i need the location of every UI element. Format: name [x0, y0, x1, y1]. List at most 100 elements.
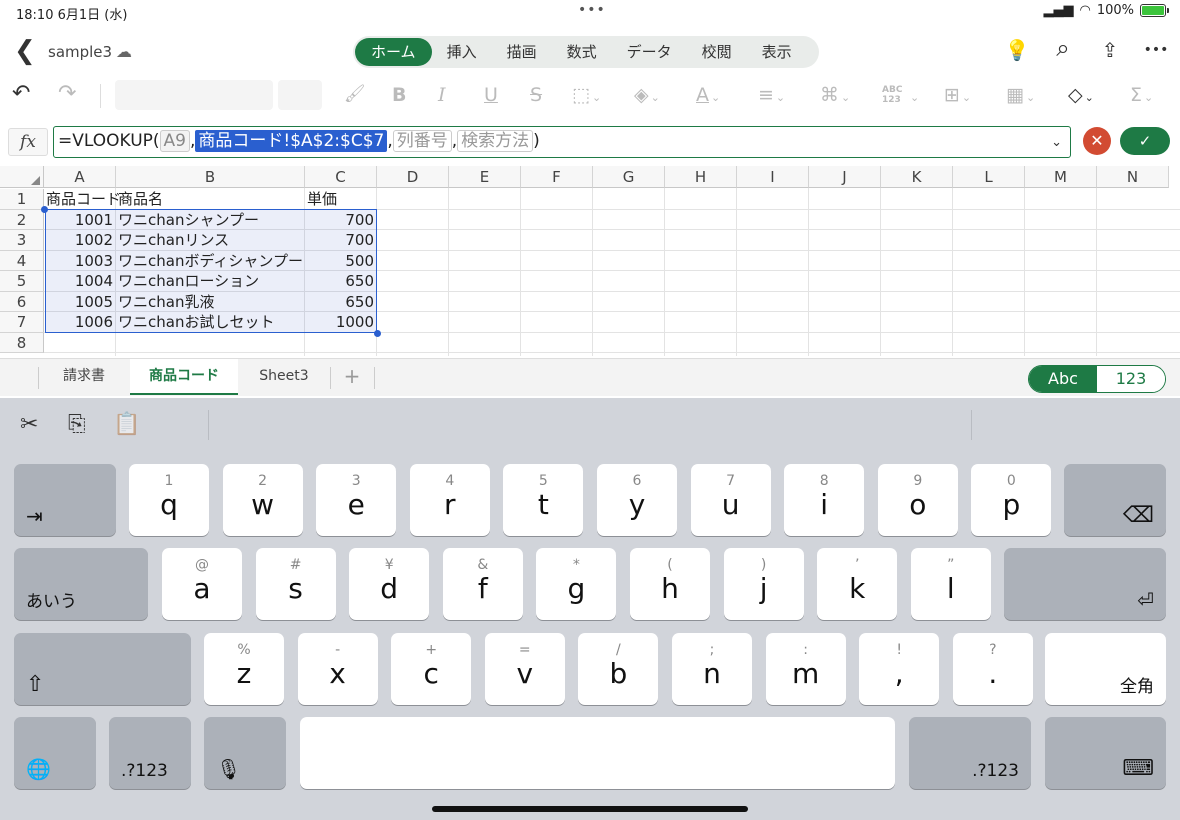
tab-2[interactable]: 描画	[492, 38, 552, 66]
delete-key[interactable]: ⌫	[1064, 464, 1166, 536]
shift-key[interactable]: ⇧	[14, 633, 191, 705]
cell-header[interactable]: 商品名	[118, 189, 307, 209]
row-header[interactable]: 2	[0, 209, 44, 230]
multitask-dots[interactable]: •••	[578, 2, 606, 18]
cell-product-code[interactable]: 1005	[44, 292, 116, 312]
formula-arg-range-lookup[interactable]: 検索方法	[457, 130, 534, 152]
mode-abc[interactable]: Abc	[1029, 366, 1097, 392]
strikethrough-icon[interactable]: S	[530, 84, 542, 106]
key-2[interactable]: ¥ d	[349, 548, 430, 620]
confirm-button[interactable]: ✓	[1120, 127, 1170, 155]
tab-key[interactable]: ⇥	[14, 464, 116, 536]
column-header[interactable]: K	[881, 166, 953, 188]
row-header[interactable]: 8	[0, 332, 44, 353]
key-8[interactable]: ?.	[952, 633, 1033, 705]
cell-price[interactable]: 650	[305, 292, 377, 312]
cell-product-name[interactable]: ワニchanリンス	[118, 230, 307, 250]
back-icon[interactable]: ❮	[14, 38, 36, 64]
file-name[interactable]: sample3	[48, 43, 112, 61]
home-indicator[interactable]	[432, 806, 748, 812]
sheet-tab-invoice[interactable]: 請求書	[40, 359, 128, 395]
tab-0[interactable]: ホーム	[355, 38, 432, 66]
tab-4[interactable]: データ	[612, 38, 687, 66]
key-3[interactable]: & f	[442, 548, 523, 620]
key-8[interactable]: ” l	[910, 548, 991, 620]
key-1[interactable]: # s	[255, 548, 336, 620]
cell-product-code[interactable]: 1001	[44, 210, 116, 230]
key-5[interactable]: 6y	[597, 464, 677, 536]
column-header[interactable]: G	[593, 166, 665, 188]
cell-price[interactable]: 500	[305, 251, 377, 271]
formula-input[interactable]: =VLOOKUP(A9, 商品コード!$A$2:$C$7, 列番号, 検索方法) ⌄	[53, 126, 1071, 158]
cell-price[interactable]: 700	[305, 230, 377, 250]
number-format-icon[interactable]: ABC 123	[882, 85, 902, 105]
cells-icon[interactable]: ▦ ⌄	[1006, 84, 1035, 106]
return-key[interactable]: ⏎	[1004, 548, 1166, 620]
key-4[interactable]: * g	[536, 548, 617, 620]
row-header[interactable]: 7	[0, 312, 44, 333]
formula-arg-table-array[interactable]: 商品コード!$A$2:$C$7	[195, 130, 388, 152]
tab-1[interactable]: 挿入	[432, 38, 492, 66]
cell-product-name[interactable]: ワニchanシャンプー	[118, 210, 307, 230]
column-header[interactable]: I	[737, 166, 809, 188]
mode-123[interactable]: 123	[1097, 366, 1165, 392]
cell-product-name[interactable]: ワニchanボディシャンプー	[118, 251, 307, 271]
chevron-down-icon[interactable]: ⌄	[1051, 129, 1062, 157]
tab-3[interactable]: 数式	[552, 38, 612, 66]
key-1[interactable]: -x	[297, 633, 378, 705]
row-header[interactable]: 1	[0, 189, 44, 210]
number-format-chevron-icon[interactable]: ⌄	[910, 91, 919, 104]
italic-icon[interactable]: I	[438, 84, 446, 106]
fill-color-icon[interactable]: ◈ ⌄	[634, 84, 660, 106]
font-size-box[interactable]	[278, 80, 322, 110]
paste-icon[interactable]: 📋	[113, 412, 140, 437]
row-header[interactable]: 4	[0, 250, 44, 271]
key-7[interactable]: ’ k	[817, 548, 898, 620]
cell-product-code[interactable]: 1004	[44, 271, 116, 291]
tab-5[interactable]: 校閲	[687, 38, 747, 66]
key-7[interactable]: 8i	[784, 464, 865, 536]
cell-price[interactable]: 1000	[305, 312, 377, 332]
undo-icon[interactable]: ↶	[12, 81, 30, 106]
column-header[interactable]: L	[953, 166, 1025, 188]
format-painter-icon[interactable]: 🖌	[344, 84, 366, 104]
add-sheet-button[interactable]: +	[332, 359, 372, 395]
column-header[interactable]: A	[44, 166, 116, 188]
cell-price[interactable]: 700	[305, 210, 377, 230]
key-4[interactable]: 5t	[503, 464, 584, 536]
column-header[interactable]: E	[449, 166, 521, 188]
key-0[interactable]: @ a	[162, 548, 242, 620]
tab-6[interactable]: 表示	[747, 38, 807, 66]
copy-icon[interactable]: ⎘	[68, 412, 86, 437]
numbers-key-right[interactable]: .?123	[909, 717, 1031, 789]
cell-product-name[interactable]: ワニchan乳液	[118, 292, 307, 312]
search-icon[interactable]: ⌕	[1050, 34, 1076, 62]
cell-header[interactable]: 商品コード	[46, 189, 121, 209]
underline-icon[interactable]: U	[484, 84, 498, 106]
hide-keyboard-key[interactable]: ⌨	[1045, 717, 1166, 789]
key-6[interactable]: :m	[765, 633, 846, 705]
key-2[interactable]: + c	[391, 633, 472, 705]
share-icon[interactable]: ⇪	[1097, 38, 1123, 62]
cell-product-code[interactable]: 1006	[44, 312, 116, 332]
row-header[interactable]: 3	[0, 230, 44, 251]
cancel-button[interactable]: ✕	[1083, 127, 1111, 155]
key-5[interactable]: ; n	[672, 633, 752, 705]
bold-icon[interactable]: B	[392, 84, 406, 106]
key-7[interactable]: !,	[859, 633, 940, 705]
sheet-tab-sheet3[interactable]: Sheet3	[240, 359, 328, 395]
column-header[interactable]: F	[521, 166, 593, 188]
key-8[interactable]: 9o	[877, 464, 958, 536]
spreadsheet-grid[interactable]: ABCDEFGHIJKLMN 12345678 商品コード 商品名 単価 1001 ワニ…	[0, 166, 1180, 356]
autosum-icon[interactable]: Σ ⌄	[1130, 84, 1153, 106]
cell-price[interactable]: 650	[305, 271, 377, 291]
key-5[interactable]: (h	[630, 548, 710, 620]
numbers-key-left[interactable]: .?123	[109, 717, 191, 789]
row-header[interactable]: 6	[0, 291, 44, 312]
font-color-icon[interactable]: A ⌄	[696, 84, 720, 106]
insert-function-button[interactable]: fx	[8, 128, 48, 156]
cell-header[interactable]: 単価	[307, 189, 379, 209]
column-header[interactable]: M	[1025, 166, 1097, 188]
key-6[interactable]: ) j	[723, 548, 804, 620]
table-icon[interactable]: ⊞ ⌄	[944, 84, 971, 106]
